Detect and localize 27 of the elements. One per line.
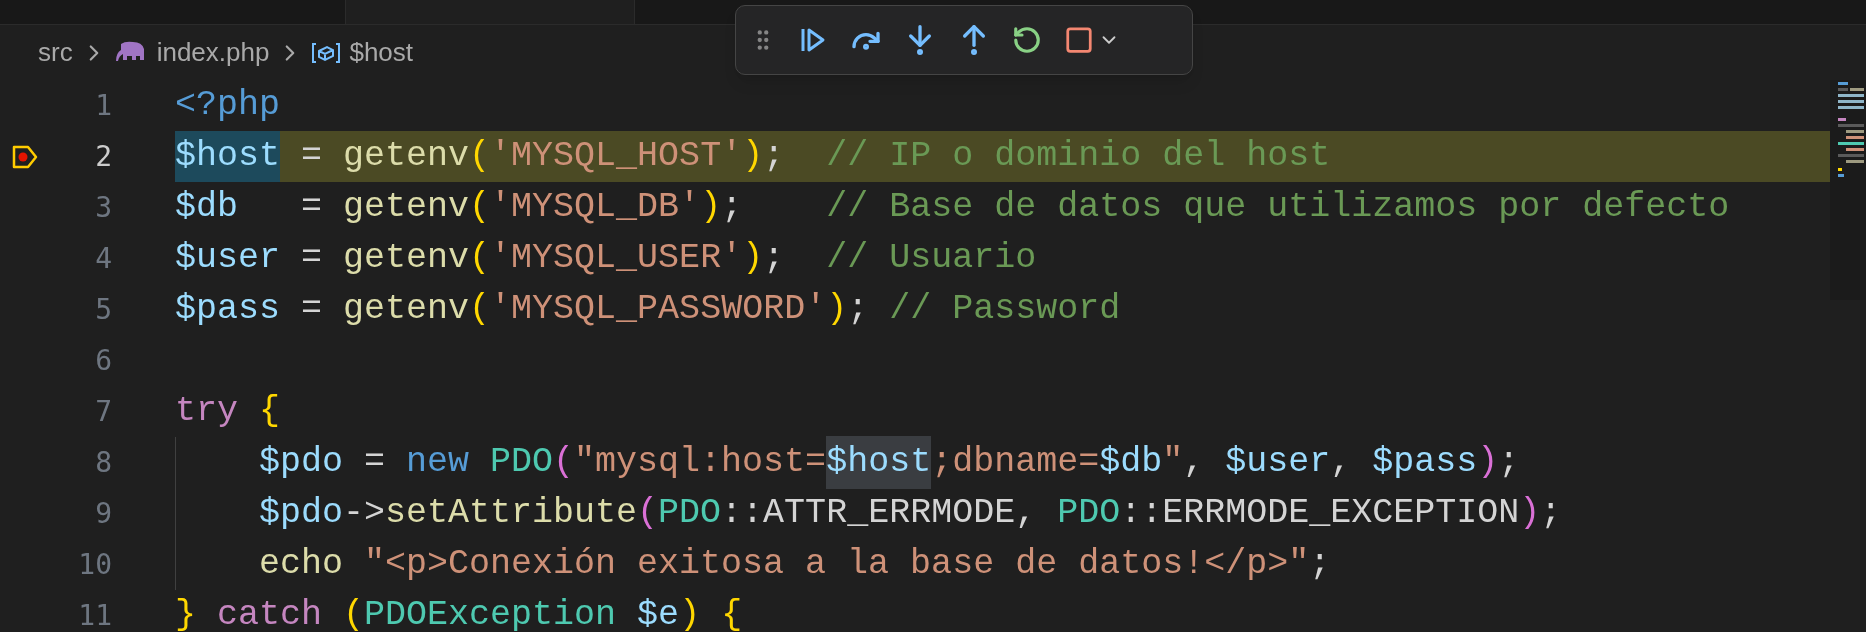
line-number: 11 [77,597,112,632]
line-number: 9 [94,495,112,532]
restart-icon[interactable] [1012,25,1042,55]
line-number: 3 [94,189,112,226]
breadcrumb-item[interactable]: index.php [156,33,270,72]
stop-icon[interactable] [1064,25,1094,55]
line-number: 8 [94,444,112,481]
code-line: $pdo = new PDO("mysql:host=$host;dbname=$db", $user, $pass); [175,437,1520,488]
code-line: } catch (PDOException $e) { [175,594,743,632]
line-number: 7 [94,393,112,430]
breadcrumb-item[interactable]: $host [349,33,414,72]
line-number: 2 [94,138,112,175]
line-number: 4 [94,240,112,277]
line-number: 5 [94,291,112,328]
breadcrumb-item[interactable]: src [38,33,73,72]
line-number: 6 [94,342,112,379]
code-line: $user = getenv('MYSQL_USER'); // Usuario [175,237,1037,281]
line-number: 1 [94,87,112,124]
code-line: $db = getenv('MYSQL_DB'); // Base de datos que utilizamos por defecto [175,186,1730,230]
breakpoint-icon[interactable] [11,143,39,170]
code-line: try { [175,390,281,434]
line-number: 10 [77,546,112,583]
code-line: $pass = getenv('MYSQL_PASSWORD'); // Password [175,288,1121,332]
minimap[interactable] [1830,80,1866,300]
code-line: <?php [175,84,281,128]
code-line: echo "<p>Conexión exitosa a la base de datos!</p>"; [258,543,1331,587]
code-line: $pdo->setAttribute(PDO::ATTR_ERRMODE, PDO::ERRMODE_EXCEPTION); [258,492,1562,536]
